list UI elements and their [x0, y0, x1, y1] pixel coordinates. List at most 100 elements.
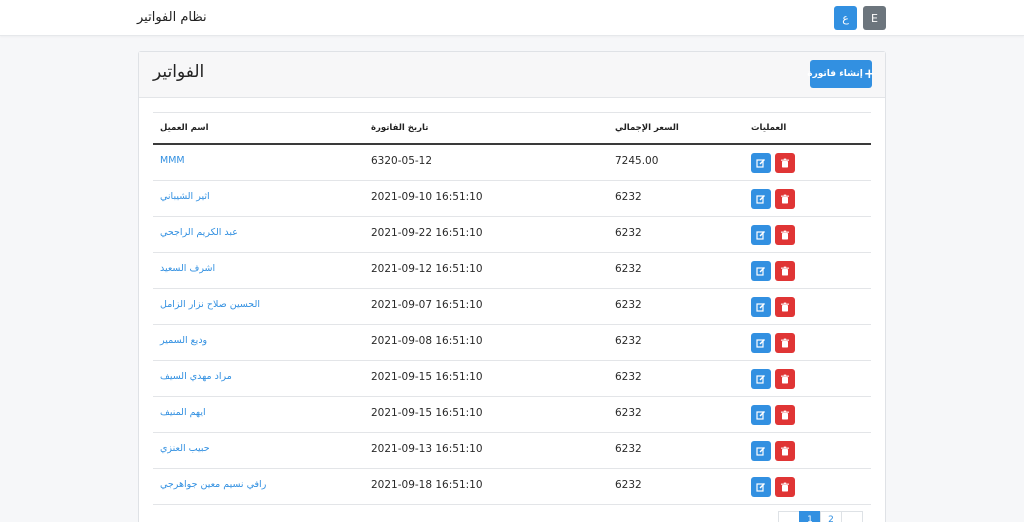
brand-title[interactable]: نظام الفواتير — [137, 10, 207, 25]
invoice-date: 2021-09-15 16:51:10 — [371, 371, 483, 383]
customer-name-link[interactable]: MMM — [160, 155, 185, 166]
row-actions — [751, 333, 795, 353]
page-title: الفواتير — [153, 62, 205, 82]
edit-button[interactable] — [751, 405, 771, 425]
invoice-date: 2021-09-13 16:51:10 — [371, 443, 483, 455]
pagination: 1 2 — [778, 511, 863, 522]
table-row: MMM 6320-05-12 7245.00 — [153, 145, 871, 181]
customer-name-link[interactable]: اشرف السعيد — [160, 263, 215, 274]
page-prev[interactable] — [778, 511, 800, 522]
total-price: 6232 — [615, 443, 642, 455]
trash-icon — [780, 158, 790, 168]
edit-icon — [756, 302, 766, 312]
edit-icon — [756, 230, 766, 240]
edit-button[interactable] — [751, 153, 771, 173]
row-actions — [751, 225, 795, 245]
edit-icon — [756, 374, 766, 384]
delete-button[interactable] — [775, 477, 795, 497]
edit-icon — [756, 194, 766, 204]
row-actions — [751, 189, 795, 209]
invoice-date: 6320-05-12 — [371, 155, 433, 167]
table-row: عبد الكريم الراجحي 2021-09-22 16:51:10 623… — [153, 217, 871, 253]
delete-button[interactable] — [775, 297, 795, 317]
total-price: 6232 — [615, 407, 642, 419]
customer-name-link[interactable]: وديع السمير — [160, 335, 207, 346]
edit-button[interactable] — [751, 297, 771, 317]
invoice-date: 2021-09-08 16:51:10 — [371, 335, 483, 347]
row-actions — [751, 153, 795, 173]
trash-icon — [780, 266, 790, 276]
invoice-date: 2021-09-15 16:51:10 — [371, 407, 483, 419]
trash-icon — [780, 374, 790, 384]
column-header-date: تاريخ الفاتورة — [371, 123, 429, 133]
plus-icon: + — [863, 66, 875, 82]
delete-button[interactable] — [775, 225, 795, 245]
table-row: الحسين صلاح نزار الزامل 2021-09-07 16:51:… — [153, 289, 871, 325]
total-price: 6232 — [615, 227, 642, 239]
total-price: 6232 — [615, 335, 642, 347]
trash-icon — [780, 338, 790, 348]
table-row: اثير الشيباني 2021-09-10 16:51:10 6232 — [153, 181, 871, 217]
delete-button[interactable] — [775, 261, 795, 281]
row-actions — [751, 261, 795, 281]
invoice-date: 2021-09-22 16:51:10 — [371, 227, 483, 239]
invoice-date: 2021-09-12 16:51:10 — [371, 263, 483, 275]
language-arabic-button[interactable]: ع — [834, 6, 857, 30]
column-header-actions: العمليات — [751, 123, 787, 133]
customer-name-link[interactable]: الحسين صلاح نزار الزامل — [160, 299, 260, 310]
table-row: ايهم المنيف 2021-09-15 16:51:10 6232 — [153, 397, 871, 433]
edit-button[interactable] — [751, 261, 771, 281]
delete-button[interactable] — [775, 153, 795, 173]
table-header: اسم العميل تاريخ الفاتورة السعر الإجمالي… — [153, 113, 871, 145]
customer-name-link[interactable]: حبيب العنزي — [160, 443, 210, 454]
trash-icon — [780, 194, 790, 204]
total-price: 6232 — [615, 479, 642, 491]
invoice-date: 2021-09-18 16:51:10 — [371, 479, 483, 491]
row-actions — [751, 441, 795, 461]
invoice-date: 2021-09-10 16:51:10 — [371, 191, 483, 203]
total-price: 6232 — [615, 299, 642, 311]
edit-button[interactable] — [751, 189, 771, 209]
delete-button[interactable] — [775, 189, 795, 209]
edit-icon — [756, 410, 766, 420]
row-actions — [751, 477, 795, 497]
trash-icon — [780, 482, 790, 492]
customer-name-link[interactable]: عبد الكريم الراجحي — [160, 227, 238, 238]
page-2[interactable]: 2 — [820, 511, 842, 522]
customer-name-link[interactable]: رافي نسيم معين جواهرجي — [160, 479, 266, 490]
trash-icon — [780, 446, 790, 456]
trash-icon — [780, 410, 790, 420]
edit-button[interactable] — [751, 333, 771, 353]
table-row: رافي نسيم معين جواهرجي 2021-09-18 16:51:1… — [153, 469, 871, 505]
column-header-name: اسم العميل — [160, 123, 209, 133]
create-invoice-label: إنشاء فاتورة — [807, 69, 863, 79]
page-next[interactable] — [841, 511, 863, 522]
total-price: 6232 — [615, 263, 642, 275]
delete-button[interactable] — [775, 441, 795, 461]
table-row: وديع السمير 2021-09-08 16:51:10 6232 — [153, 325, 871, 361]
edit-button[interactable] — [751, 225, 771, 245]
page-1[interactable]: 1 — [799, 511, 821, 522]
delete-button[interactable] — [775, 369, 795, 389]
edit-button[interactable] — [751, 441, 771, 461]
row-actions — [751, 405, 795, 425]
table-row: حبيب العنزي 2021-09-13 16:51:10 6232 — [153, 433, 871, 469]
invoices-table: اسم العميل تاريخ الفاتورة السعر الإجمالي… — [153, 112, 871, 505]
edit-icon — [756, 482, 766, 492]
customer-name-link[interactable]: ايهم المنيف — [160, 407, 206, 418]
edit-icon — [756, 158, 766, 168]
row-actions — [751, 297, 795, 317]
edit-button[interactable] — [751, 369, 771, 389]
invoices-card: الفواتير إنشاء فاتورة + اسم العميل تاريخ… — [138, 51, 886, 522]
delete-button[interactable] — [775, 333, 795, 353]
edit-button[interactable] — [751, 477, 771, 497]
create-invoice-button[interactable]: إنشاء فاتورة + — [807, 60, 875, 88]
invoice-date: 2021-09-07 16:51:10 — [371, 299, 483, 311]
language-english-button[interactable]: E — [863, 6, 886, 30]
customer-name-link[interactable]: اثير الشيباني — [160, 191, 210, 202]
delete-button[interactable] — [775, 405, 795, 425]
customer-name-link[interactable]: مراد مهدي السيف — [160, 371, 232, 382]
edit-icon — [756, 266, 766, 276]
top-navbar: نظام الفواتير ع E — [0, 0, 1024, 36]
table-row: مراد مهدي السيف 2021-09-15 16:51:10 6232 — [153, 361, 871, 397]
